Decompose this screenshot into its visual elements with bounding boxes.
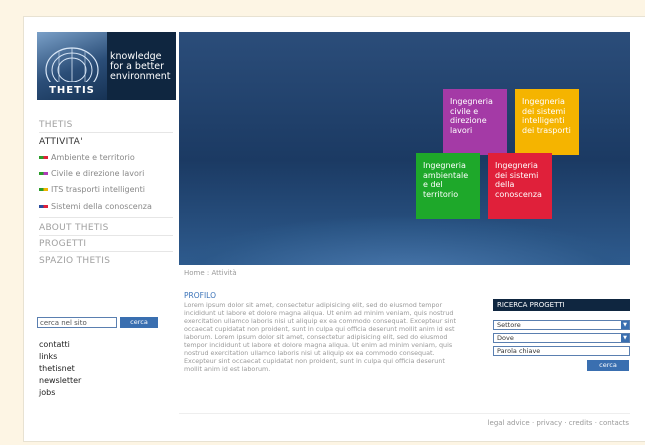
tile-label: Ingegneria civile e direzione lavori [450,97,493,135]
nav-sub-sistemi[interactable]: Sistemi della conoscenza [39,202,152,211]
nav-sub-label: Sistemi della conoscenza [51,202,152,211]
site-search-input[interactable]: cerca nel sito [37,317,117,328]
nav-progetti[interactable]: PROGETTI [39,239,86,249]
nav-spazio[interactable]: SPAZIO THETIS [39,256,110,266]
bullet-icon [39,188,48,191]
bullet-icon [39,156,48,159]
tile-conoscenza[interactable]: Ingegneria dei sistemi della conoscenza [488,153,552,219]
nav-divider [39,251,173,252]
chevron-down-icon: ▼ [621,321,629,329]
nav-divider [39,217,173,218]
tile-label: Ingegneria dei sistemi intelligenti dei … [522,97,571,135]
footer-links: legal advice · privacy · credits · conta… [488,419,629,427]
logo-word: THETIS [49,85,95,96]
footer-legal[interactable]: legal advice [488,419,530,427]
footer-credits[interactable]: credits [569,419,593,427]
logo-emblem: THETIS [37,32,107,100]
dove-value: Dove [497,334,514,342]
profile-body: Lorem ipsum dolor sit amet, consectetur … [184,301,457,373]
link-links[interactable]: links [39,352,57,361]
nav-divider [39,132,173,133]
site-search-button[interactable]: cerca [120,317,158,328]
ricerca-title: RICERCA PROGETTI [493,299,630,311]
page-frame: THETIS knowledge for a better environmen… [23,16,645,442]
tile-label: Ingegneria dei sistemi della conoscenza [495,161,542,199]
nav-sub-label: ITS trasporti intelligenti [51,185,145,194]
chevron-down-icon: ▼ [621,334,629,342]
dove-select[interactable]: Dove ▼ [493,333,630,343]
settore-value: Settore [497,321,521,329]
nav-sub-its[interactable]: ITS trasporti intelligenti [39,185,145,194]
nav-sub-ambiente[interactable]: Ambiente e territorio [39,153,135,162]
logo-tagline: knowledge for a better environment [110,52,171,82]
link-thetisnet[interactable]: thetisnet [39,364,75,373]
link-newsletter[interactable]: newsletter [39,376,81,385]
dome-icon [45,47,99,93]
tile-ambientale[interactable]: Ingegneria ambientale e del territorio [416,153,480,219]
section-title: PROFILO [184,291,216,300]
link-contatti[interactable]: contatti [39,340,70,349]
ricerca-button[interactable]: cerca [587,360,629,371]
bullet-icon [39,172,48,175]
tile-label: Ingegneria ambientale e del territorio [423,161,469,199]
footer-privacy[interactable]: privacy [536,419,562,427]
nav-attivita[interactable]: ATTIVITA' [39,137,83,147]
logo[interactable]: THETIS knowledge for a better environmen… [37,32,176,100]
nav-thetis[interactable]: THETIS [39,120,73,130]
keyword-input[interactable]: Parola chiave [493,346,630,356]
tile-trasporti[interactable]: Ingegneria dei sistemi intelligenti dei … [515,89,579,155]
hero-banner: Ingegneria civile e direzione lavori Ing… [179,32,630,265]
tagline-line-3: environment [110,71,171,82]
nav-sub-label: Civile e direzione lavori [51,169,145,178]
tile-civile[interactable]: Ingegneria civile e direzione lavori [443,89,507,155]
footer-divider [179,413,630,414]
hero-wave [179,215,630,265]
footer-contacts[interactable]: contacts [599,419,629,427]
link-jobs[interactable]: jobs [39,388,55,397]
breadcrumb[interactable]: Home : Attività [184,269,237,277]
nav-sub-civile[interactable]: Civile e direzione lavori [39,169,144,178]
nav-sub-label: Ambiente e territorio [51,153,135,162]
settore-select[interactable]: Settore ▼ [493,320,630,330]
nav-divider [39,235,173,236]
bullet-icon [39,205,48,208]
nav-about[interactable]: ABOUT THETIS [39,223,109,233]
